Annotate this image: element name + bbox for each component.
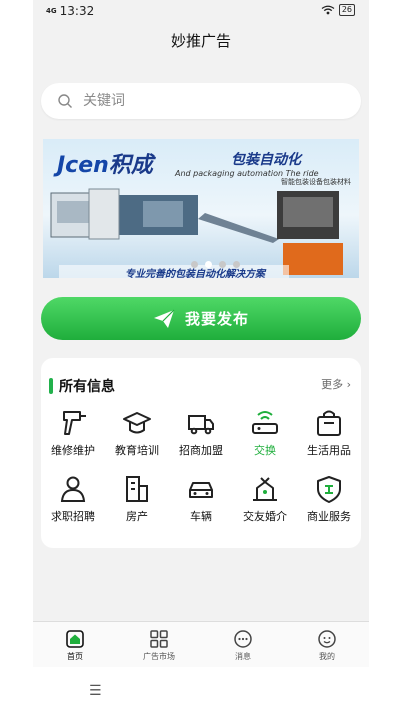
- category-label: 生活用品: [307, 444, 351, 457]
- category-label: 求职招聘: [51, 510, 95, 523]
- message-icon: [234, 629, 252, 648]
- category-vehicles[interactable]: 车辆: [169, 474, 233, 524]
- banner-slogan: 包装自动化: [231, 152, 301, 168]
- carousel-dot[interactable]: [205, 261, 212, 268]
- page-title: 妙推广告: [170, 32, 231, 50]
- paper-plane-icon: [153, 309, 175, 328]
- category-label: 房产: [126, 510, 148, 523]
- app-screen: 4G 13:32 26 妙推广告 Jcen积成 包装自动化 And packag: [33, 0, 369, 711]
- gift-icon: [253, 477, 277, 501]
- home-icon: [66, 629, 84, 648]
- search-input[interactable]: [81, 92, 335, 110]
- carousel-dots: [191, 261, 240, 268]
- building-icon: [126, 476, 148, 502]
- tab-label: 首页: [67, 651, 83, 661]
- shopping-bag-icon: [317, 410, 341, 436]
- wifi-icon: [321, 5, 335, 15]
- category-business-services[interactable]: 商业服务: [297, 474, 361, 524]
- category-label: 交友婚介: [243, 510, 287, 523]
- category-franchise[interactable]: 招商加盟: [169, 408, 233, 458]
- bottom-tab-bar: 首页 广告市场 消息 我的: [33, 621, 369, 668]
- search-bar[interactable]: [41, 83, 361, 119]
- category-label: 车辆: [190, 510, 212, 523]
- category-jobs[interactable]: 求职招聘: [41, 474, 105, 524]
- category-label: 商业服务: [307, 510, 351, 523]
- category-dating[interactable]: 交友婚介: [233, 474, 297, 524]
- person-icon: [60, 476, 86, 502]
- search-icon: [58, 94, 72, 108]
- section-title: 所有信息: [59, 379, 115, 395]
- chevron-right-icon: ›: [346, 378, 351, 391]
- category-daily-goods[interactable]: 生活用品: [297, 408, 361, 458]
- graduation-cap-icon: [123, 412, 151, 434]
- status-time: 13:32: [59, 4, 95, 18]
- category-label: 招商加盟: [179, 444, 223, 457]
- more-label: 更多: [321, 378, 344, 391]
- shield-icon: [317, 476, 341, 503]
- banner-brand-cn: 积成: [108, 153, 153, 178]
- car-icon: [189, 482, 213, 498]
- tab-messages[interactable]: 消息: [201, 622, 285, 668]
- banner-brand: Jcen: [57, 153, 109, 178]
- all-info-card: 所有信息 更多 › 维修维护 教育培训 招商加盟 交换 生活用品 求职招聘 房产…: [41, 358, 361, 548]
- drill-icon: [63, 411, 86, 435]
- category-repair[interactable]: 维修维护: [41, 408, 105, 458]
- carousel-dot[interactable]: [219, 261, 226, 268]
- tab-home[interactable]: 首页: [33, 622, 117, 668]
- more-link[interactable]: 更多 ›: [321, 376, 351, 392]
- banner-slogan-sub: 智能包装设备包装材料: [281, 178, 351, 186]
- truck-icon: [188, 415, 214, 435]
- section-accent-bar: [49, 378, 53, 394]
- category-label: 交换: [254, 444, 276, 457]
- publish-button-label: 我要发布: [184, 310, 249, 328]
- category-grid: 维修维护 教育培训 招商加盟 交换 生活用品 求职招聘 房产 车辆 交友婚介 商…: [41, 408, 361, 524]
- tab-label: 我的: [319, 651, 335, 661]
- carousel-dot[interactable]: [233, 261, 240, 268]
- category-real-estate[interactable]: 房产: [105, 474, 169, 524]
- carousel-dot[interactable]: [191, 261, 198, 268]
- category-exchange[interactable]: 交换: [233, 408, 297, 458]
- user-icon: [318, 629, 336, 648]
- tab-ad-market[interactable]: 广告市场: [117, 622, 201, 668]
- publish-button[interactable]: 我要发布: [41, 297, 361, 340]
- status-bar: 4G 13:32 26: [33, 0, 369, 22]
- category-education[interactable]: 教育培训: [105, 408, 169, 458]
- system-nav-bar: ☰: [33, 667, 369, 711]
- banner-carousel[interactable]: Jcen积成 包装自动化 And packaging automation Th…: [43, 139, 359, 278]
- router-icon: [252, 411, 278, 434]
- tab-label: 消息: [235, 651, 251, 661]
- battery-indicator: 26: [338, 4, 355, 16]
- category-label: 教育培训: [115, 444, 159, 457]
- tab-label: 广告市场: [143, 651, 175, 661]
- grid-icon: [150, 629, 168, 648]
- network-indicator: 4G: [46, 6, 57, 15]
- category-label: 维修维护: [51, 444, 95, 457]
- tab-profile[interactable]: 我的: [285, 622, 369, 668]
- menu-icon[interactable]: ☰: [89, 683, 102, 699]
